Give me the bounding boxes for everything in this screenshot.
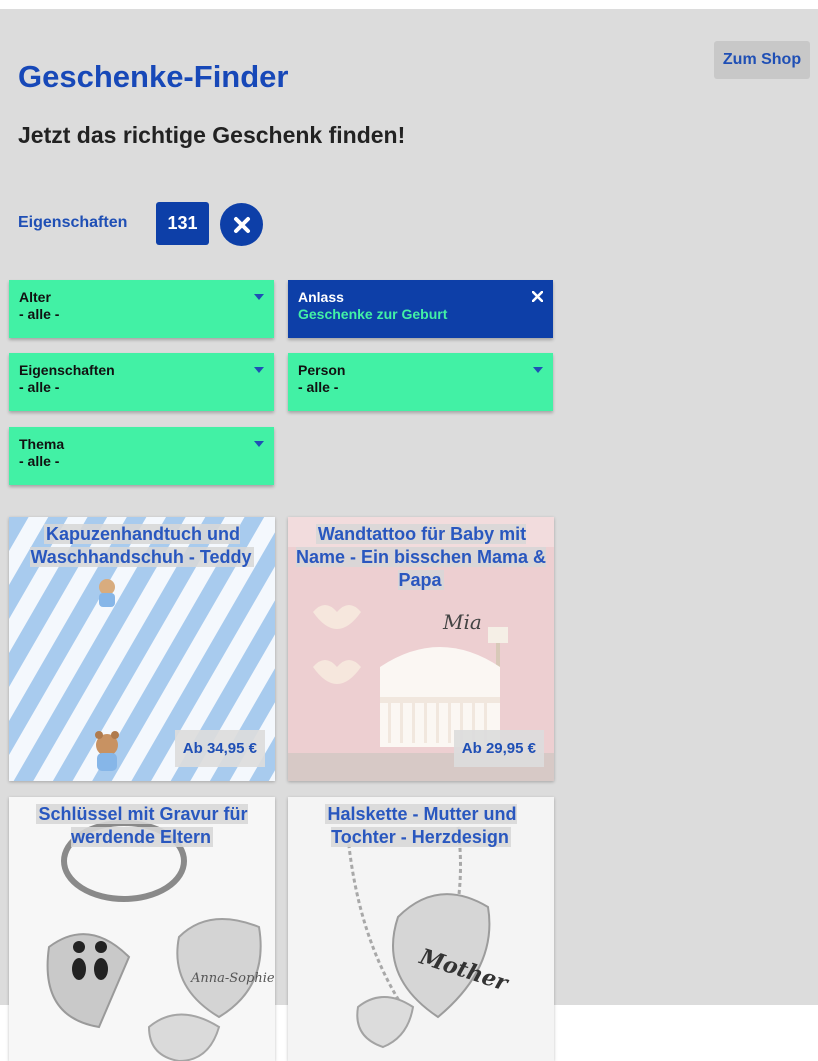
filter-person[interactable]: Person - alle - [288, 353, 553, 411]
filter-value: Geschenke zur Geburt [298, 306, 448, 322]
filter-alter[interactable]: Alter - alle - [9, 280, 274, 338]
clear-filters-button[interactable] [220, 203, 263, 246]
product-card[interactable]: Kapuzenhandtuch und Waschhandschuh - Ted… [9, 517, 275, 781]
filter-eigenschaften[interactable]: Eigenschaften - alle - [9, 353, 274, 411]
filter-label: Person [298, 362, 346, 378]
product-title[interactable]: Wandtattoo für Baby mit Name - Ein bissc… [292, 523, 550, 592]
filter-thema[interactable]: Thema - alle - [9, 427, 274, 485]
page-subtitle: Jetzt das richtige Geschenk finden! [18, 122, 406, 148]
filter-value: - alle - [19, 306, 60, 322]
filter-value: - alle - [19, 379, 60, 395]
shop-button[interactable]: Zum Shop [714, 41, 810, 79]
caret-down-icon [533, 367, 543, 373]
filter-label: Anlass [298, 289, 344, 305]
product-price: Ab 34,95 € [174, 730, 265, 767]
filter-label: Alter [19, 289, 51, 305]
page-title: Geschenke-Finder [18, 59, 289, 94]
filter-value: - alle - [19, 453, 60, 469]
filter-value: - alle - [298, 379, 339, 395]
product-card[interactable]: Mia Wandtattoo für Baby mit Name - Ein b… [288, 517, 554, 781]
caret-down-icon [254, 294, 264, 300]
filter-label: Thema [19, 436, 65, 452]
filter-anlass[interactable]: Anlass Geschenke zur Geburt [288, 280, 553, 338]
summary-label: Eigenschaften [18, 214, 128, 231]
caret-down-icon [254, 441, 264, 447]
product-title[interactable]: Halskette - Mutter und Tochter - Herzdes… [292, 803, 550, 849]
product-card[interactable]: Mother Halskette - Mutter und Tochter - … [288, 797, 554, 1061]
filter-label: Eigenschaften [19, 362, 115, 378]
product-card[interactable]: Anna-Sophie 20.08.2017 Schlüssel mit Gra… [9, 797, 275, 1061]
svg-text:Mia: Mia [442, 610, 482, 634]
result-count-badge: 131 [156, 202, 209, 245]
caret-down-icon [254, 367, 264, 373]
product-title[interactable]: Kapuzenhandtuch und Waschhandschuh - Ted… [13, 523, 271, 569]
close-icon[interactable] [532, 291, 543, 302]
product-price: Ab 29,95 € [453, 730, 544, 767]
page: Zum Shop Geschenke-Finder Jetzt das rich… [0, 9, 818, 1061]
svg-text:Anna-Sophie 20.08.2017: Anna-Sophie 20.08.2017 [190, 971, 275, 986]
close-icon [233, 216, 250, 233]
product-title[interactable]: Schlüssel mit Gravur für werdende Eltern [13, 803, 271, 849]
